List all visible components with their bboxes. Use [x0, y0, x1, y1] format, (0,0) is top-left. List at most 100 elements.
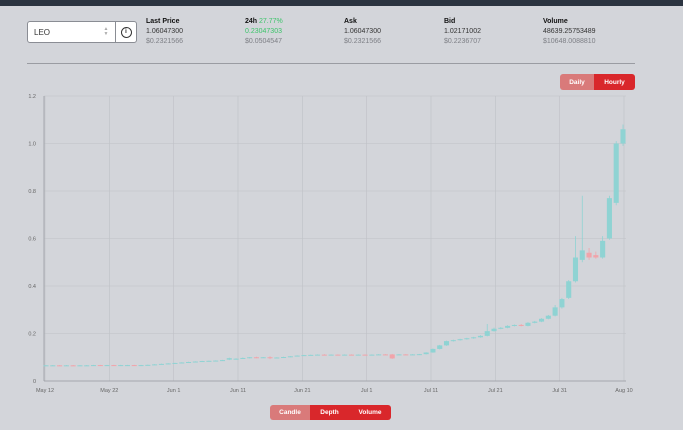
- candle-body: [192, 361, 198, 363]
- candle-body: [219, 360, 226, 362]
- candle-body: [450, 340, 456, 342]
- x-axis-labels: May 12 May 22 Jun 1 Jun 11 Jun 21 Jul 1 Jul 11…: [36, 388, 633, 394]
- candle-body: [213, 360, 219, 362]
- candle-body: [376, 354, 382, 356]
- candle-body: [396, 354, 402, 356]
- candle-body: [199, 361, 205, 363]
- candle-body: [145, 364, 151, 366]
- candle-body: [369, 354, 375, 356]
- candle-body: [43, 365, 49, 367]
- candle-body: [342, 354, 348, 356]
- candle-body: [63, 365, 69, 367]
- candle-body: [260, 357, 266, 359]
- candle-body: [403, 354, 409, 356]
- candle-body: [335, 354, 341, 356]
- y-tick-label: 0.8: [28, 189, 36, 195]
- x-tick-label: Jun 1: [167, 388, 180, 394]
- candle-body: [566, 281, 572, 298]
- candle-body: [274, 357, 280, 359]
- candle-body: [532, 321, 538, 323]
- candle-body: [104, 365, 110, 367]
- candle-body: [84, 365, 90, 367]
- candle-body: [579, 250, 585, 260]
- x-tick-label: Jul 1: [361, 388, 373, 394]
- candle-body: [77, 365, 83, 367]
- x-tick-label: Jul 21: [488, 388, 503, 394]
- y-axis-labels: 0 0.2 0.4 0.6 0.8 1.0 1.2: [28, 94, 36, 385]
- volume-button[interactable]: Volume: [349, 405, 391, 420]
- candle-body: [471, 337, 477, 339]
- candles: [43, 124, 626, 367]
- candle-body: [90, 365, 97, 367]
- candle-body: [606, 198, 612, 239]
- candle-body: [511, 324, 517, 326]
- y-tick-label: 0: [33, 379, 36, 385]
- candle-body: [552, 307, 558, 316]
- candle-body: [206, 360, 212, 362]
- candle-body: [240, 357, 246, 359]
- x-tick-label: Jul 11: [424, 388, 438, 394]
- candle-body: [430, 348, 436, 353]
- candle-body: [111, 365, 117, 367]
- candle-body: [301, 355, 307, 357]
- candle-body: [525, 322, 531, 326]
- candle-body: [464, 338, 470, 340]
- candle-body: [355, 354, 361, 356]
- candle-body: [97, 365, 103, 367]
- candle-body: [287, 356, 293, 358]
- candle-body: [484, 331, 490, 336]
- candle-body: [158, 363, 164, 365]
- candle-body: [247, 357, 253, 359]
- candle-body: [70, 365, 76, 367]
- candle-body: [348, 354, 355, 356]
- candle-body: [50, 365, 56, 367]
- candle-body: [416, 354, 422, 356]
- candle-body: [267, 357, 273, 359]
- candle-button[interactable]: Candle: [270, 405, 310, 420]
- candle-body: [118, 365, 124, 367]
- candle-body: [233, 358, 239, 360]
- x-tick-label: Jun 11: [230, 388, 246, 394]
- y-tick-label: 1.2: [28, 94, 36, 100]
- candle-body: [410, 354, 416, 356]
- candle-body: [314, 354, 321, 356]
- candle-body: [124, 365, 131, 367]
- x-tick-label: Jun 21: [294, 388, 311, 394]
- candle-body: [131, 365, 137, 367]
- y-tick-label: 1.0: [28, 142, 36, 148]
- candle-body: [613, 143, 619, 203]
- candle-body: [152, 364, 158, 366]
- candle-body: [545, 315, 551, 319]
- candle-body: [600, 240, 606, 258]
- candle-body: [165, 363, 171, 365]
- x-tick-label: May 12: [36, 388, 54, 394]
- candle-body: [538, 318, 545, 322]
- candle-body: [498, 327, 504, 329]
- price-chart: 0 0.2 0.4 0.6 0.8 1.0 1.2 May 12 May 22 Jun 1 Jun…: [28, 94, 633, 394]
- candle-body: [620, 129, 626, 144]
- candle-body: [362, 354, 368, 356]
- y-tick-label: 0.2: [28, 332, 36, 338]
- candle-body: [586, 252, 592, 258]
- candle-body: [572, 257, 579, 282]
- y-tick-label: 0.4: [28, 284, 36, 290]
- x-tick-label: Jul 31: [552, 388, 567, 394]
- candle-body: [226, 358, 232, 360]
- candle-body: [57, 365, 63, 367]
- candle-body: [423, 352, 429, 355]
- candle-body: [138, 365, 144, 367]
- candle-body: [505, 325, 511, 328]
- candle-body: [382, 354, 388, 356]
- candle-body: [186, 362, 192, 363]
- candle-body: [308, 354, 314, 356]
- candle-body: [477, 335, 483, 338]
- candle-body: [321, 354, 327, 356]
- candle-body: [179, 362, 185, 364]
- candle-body: [294, 355, 300, 357]
- candle-body: [518, 324, 524, 326]
- candle-body: [328, 354, 334, 356]
- candle-body: [281, 357, 287, 359]
- candle-body: [172, 362, 178, 364]
- depth-button[interactable]: Depth: [310, 405, 349, 420]
- chart-grid: [43, 95, 626, 382]
